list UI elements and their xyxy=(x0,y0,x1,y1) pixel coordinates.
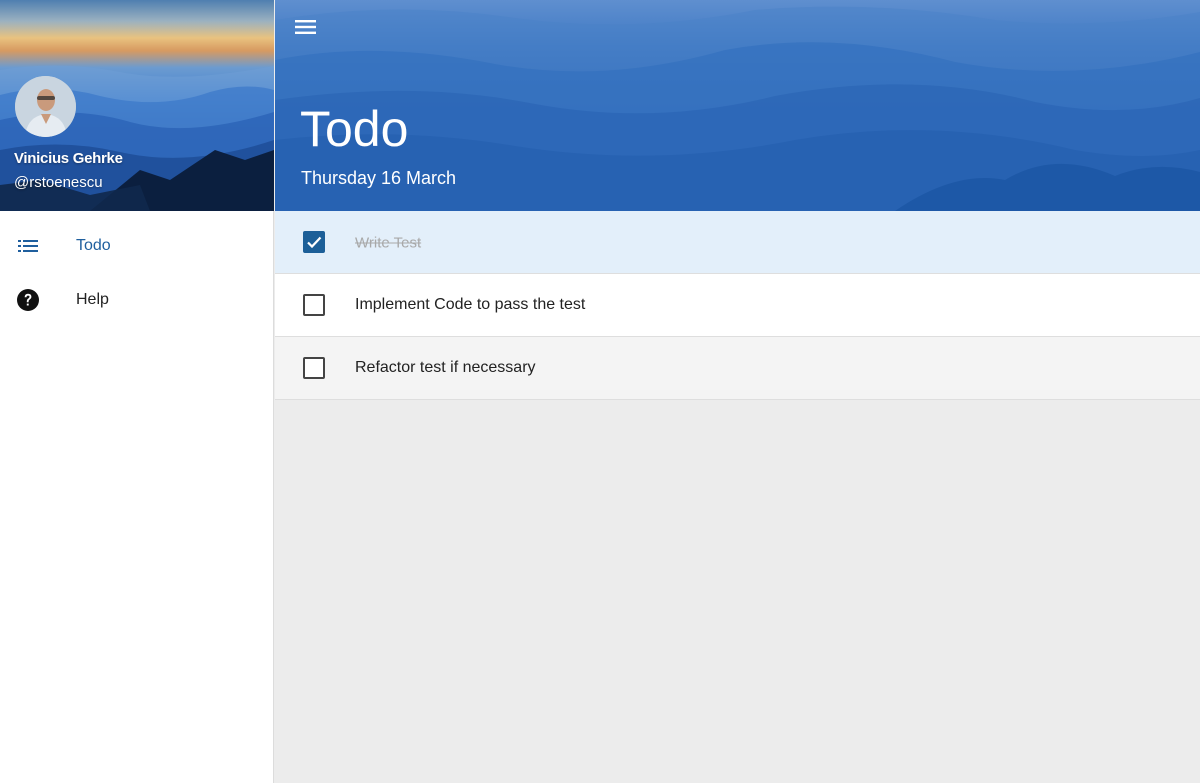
avatar[interactable] xyxy=(15,76,76,137)
sidebar-header-banner: Vinicius Gehrke @rstoenescu xyxy=(0,0,274,211)
todo-text: Write Test xyxy=(355,234,422,252)
sidebar-item-help[interactable]: Help xyxy=(0,274,273,326)
todo-item[interactable]: Implement Code to pass the test xyxy=(275,274,1200,337)
todo-list: Write Test Implement Code to pass the te… xyxy=(275,211,1200,400)
sidebar-item-label: Todo xyxy=(76,237,111,254)
avatar-photo xyxy=(15,76,76,137)
sidebar: Vinicius Gehrke @rstoenescu Todo Help xyxy=(0,0,274,783)
list-icon xyxy=(16,234,40,258)
page-header-banner: Todo Thursday 16 March xyxy=(275,0,1200,211)
todo-checkbox[interactable] xyxy=(303,294,325,316)
checkmark-icon xyxy=(307,236,322,249)
user-name: Vinicius Gehrke xyxy=(14,150,123,167)
todo-item[interactable]: Refactor test if necessary xyxy=(275,337,1200,400)
menu-button[interactable] xyxy=(294,15,318,39)
page-date: Thursday 16 March xyxy=(301,168,457,188)
todo-text: Refactor test if necessary xyxy=(355,359,536,376)
sidebar-item-label: Help xyxy=(76,291,109,308)
todo-item[interactable]: Write Test xyxy=(275,211,1200,274)
menu-icon xyxy=(295,20,316,34)
todo-checkbox[interactable] xyxy=(303,357,325,379)
help-circle-icon xyxy=(16,288,40,312)
todo-checkbox[interactable] xyxy=(303,231,325,253)
todo-text: Implement Code to pass the test xyxy=(355,296,586,313)
sidebar-item-todo[interactable]: Todo xyxy=(0,220,273,272)
page-title: Todo xyxy=(300,101,409,157)
user-handle: @rstoenescu xyxy=(14,174,103,191)
